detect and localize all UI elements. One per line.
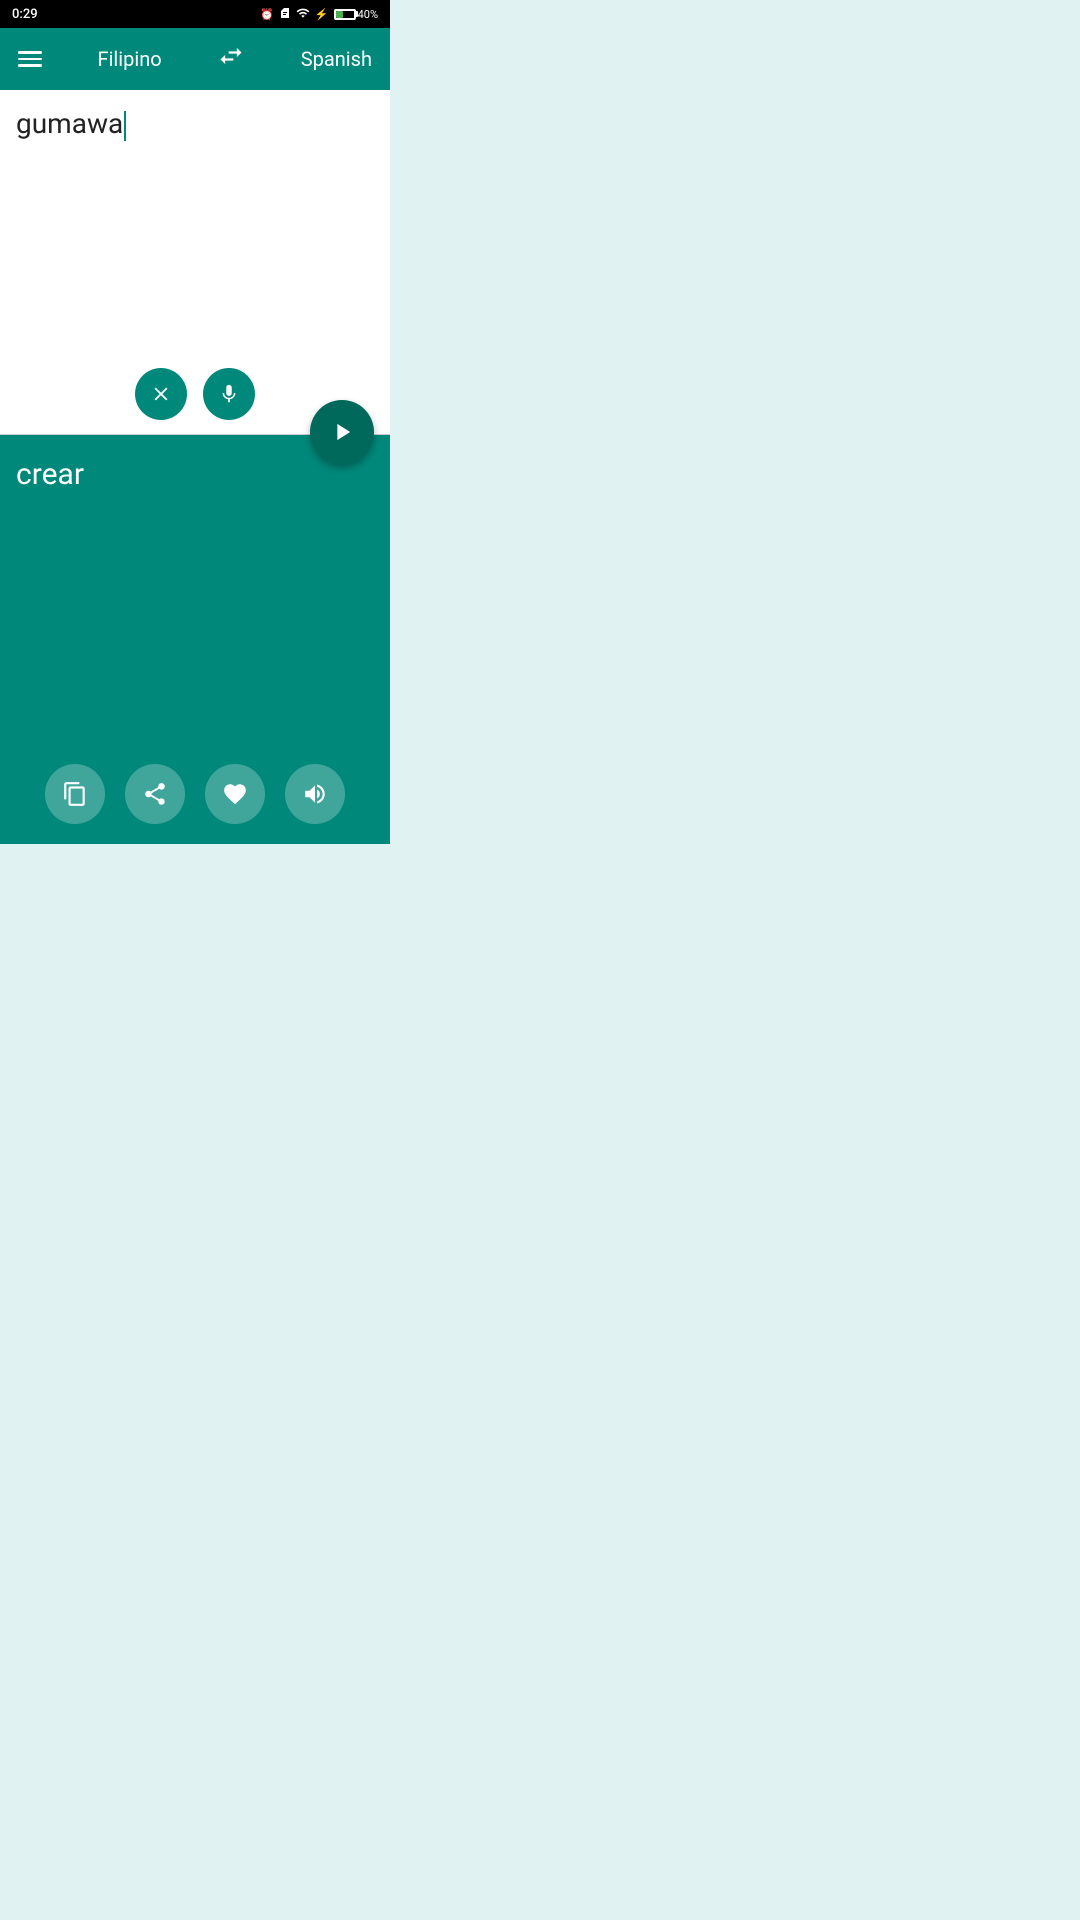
text-cursor <box>124 111 126 141</box>
source-language-selector[interactable]: Filipino <box>98 47 162 71</box>
signal-icon <box>296 6 310 23</box>
target-language-selector[interactable]: Spanish <box>301 47 372 71</box>
status-time: 0:29 <box>12 7 38 22</box>
status-bar: 0:29 ⏰ ⚡ 40% <box>0 0 390 28</box>
swap-languages-button[interactable] <box>217 42 245 76</box>
speak-button[interactable] <box>285 764 345 824</box>
input-text-display[interactable]: gumawa <box>16 106 374 142</box>
alarm-icon: ⏰ <box>260 8 274 21</box>
toolbar: Filipino Spanish <box>0 28 390 90</box>
output-actions <box>0 764 390 824</box>
input-section: gumawa <box>0 90 390 435</box>
menu-button[interactable] <box>18 51 42 67</box>
output-section: crear <box>0 435 390 844</box>
voice-input-button[interactable] <box>203 368 255 420</box>
copy-button[interactable] <box>45 764 105 824</box>
output-text-display: crear <box>16 455 374 494</box>
main-content: gumawa crear <box>0 90 390 844</box>
battery-icon: 40% <box>334 8 378 21</box>
favorite-button[interactable] <box>205 764 265 824</box>
status-icons: ⏰ ⚡ 40% <box>260 6 378 23</box>
sim-icon <box>279 7 291 22</box>
charging-icon: ⚡ <box>315 8 329 21</box>
clear-button[interactable] <box>135 368 187 420</box>
battery-percent: 40% <box>358 8 378 21</box>
input-text-value: gumawa <box>16 107 123 140</box>
translate-button[interactable] <box>310 400 374 464</box>
share-button[interactable] <box>125 764 185 824</box>
